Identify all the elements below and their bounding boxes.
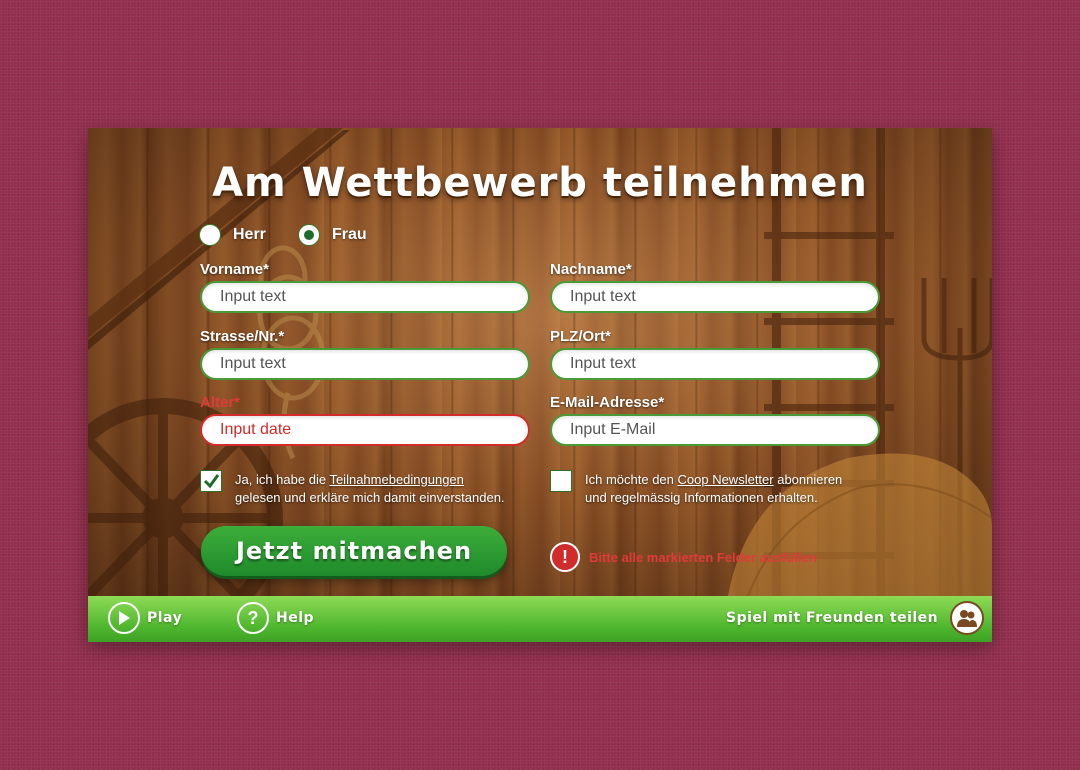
alert-icon: ! bbox=[550, 542, 580, 572]
city-input[interactable] bbox=[550, 348, 880, 380]
lastname-input[interactable] bbox=[550, 281, 880, 313]
radio-frau[interactable] bbox=[298, 224, 320, 246]
email-label: E-Mail-Adresse* bbox=[550, 394, 665, 411]
email-input[interactable] bbox=[550, 414, 880, 446]
firstname-input[interactable] bbox=[200, 281, 530, 313]
footer-bar: Play ? Help Spiel mit Freunden teilen bbox=[88, 596, 992, 642]
gender-option-frau[interactable]: Frau bbox=[298, 222, 367, 248]
street-label: Strasse/Nr.* bbox=[200, 328, 285, 345]
play-label: Play bbox=[147, 610, 183, 626]
city-label: PLZ/Ort* bbox=[550, 328, 611, 345]
competition-card: Am Wettbewerb teilnehmen Herr Frau Vorna… bbox=[88, 128, 992, 642]
newsletter-text: Ich möchte den Coop Newsletter abonniere… bbox=[585, 471, 885, 507]
play-button[interactable]: Play bbox=[108, 602, 182, 634]
gender-option-herr[interactable]: Herr bbox=[199, 222, 266, 248]
share-label: Spiel mit Freunden teilen bbox=[726, 610, 939, 626]
terms-text-after: gelesen und erkläre mich damit einversta… bbox=[235, 490, 505, 505]
newsletter-checkbox[interactable] bbox=[550, 470, 572, 492]
terms-text: Ja, ich habe die Teilnahmebedingungen ge… bbox=[235, 471, 535, 507]
error-text: Bitte alle markierten Felder ausfüllen bbox=[589, 549, 817, 565]
checkmark-icon bbox=[203, 474, 220, 489]
share-button[interactable]: Spiel mit Freunden teilen bbox=[726, 601, 985, 635]
terms-checkbox[interactable] bbox=[200, 470, 222, 492]
radio-frau-label: Frau bbox=[332, 226, 367, 243]
terms-text-before: Ja, ich habe die bbox=[235, 472, 330, 487]
age-label: Alter* bbox=[200, 394, 241, 411]
newsletter-text-middle: abonnieren bbox=[773, 472, 843, 487]
street-input[interactable] bbox=[200, 348, 530, 380]
radio-herr-label: Herr bbox=[233, 226, 266, 243]
lastname-label: Nachname* bbox=[550, 261, 632, 278]
terms-link[interactable]: Teilnahmebedingungen bbox=[329, 472, 463, 487]
newsletter-link[interactable]: Coop Newsletter bbox=[678, 472, 774, 487]
radio-herr[interactable] bbox=[199, 224, 221, 246]
firstname-label: Vorname* bbox=[200, 261, 269, 278]
newsletter-text-before: Ich möchte den bbox=[585, 472, 678, 487]
friends-icon bbox=[950, 601, 985, 635]
help-icon: ? bbox=[237, 602, 269, 634]
help-button[interactable]: ? Help bbox=[237, 602, 314, 634]
error-message: ! Bitte alle markierten Felder ausfüllen bbox=[550, 542, 817, 572]
page-title: Am Wettbewerb teilnehmen bbox=[212, 160, 868, 206]
submit-button[interactable]: Jetzt mitmachen bbox=[201, 526, 507, 576]
help-label: Help bbox=[276, 610, 315, 626]
play-icon bbox=[108, 602, 140, 634]
newsletter-text-after: und regelmässig Informationen erhalten. bbox=[585, 490, 818, 505]
age-input[interactable] bbox=[200, 414, 530, 446]
